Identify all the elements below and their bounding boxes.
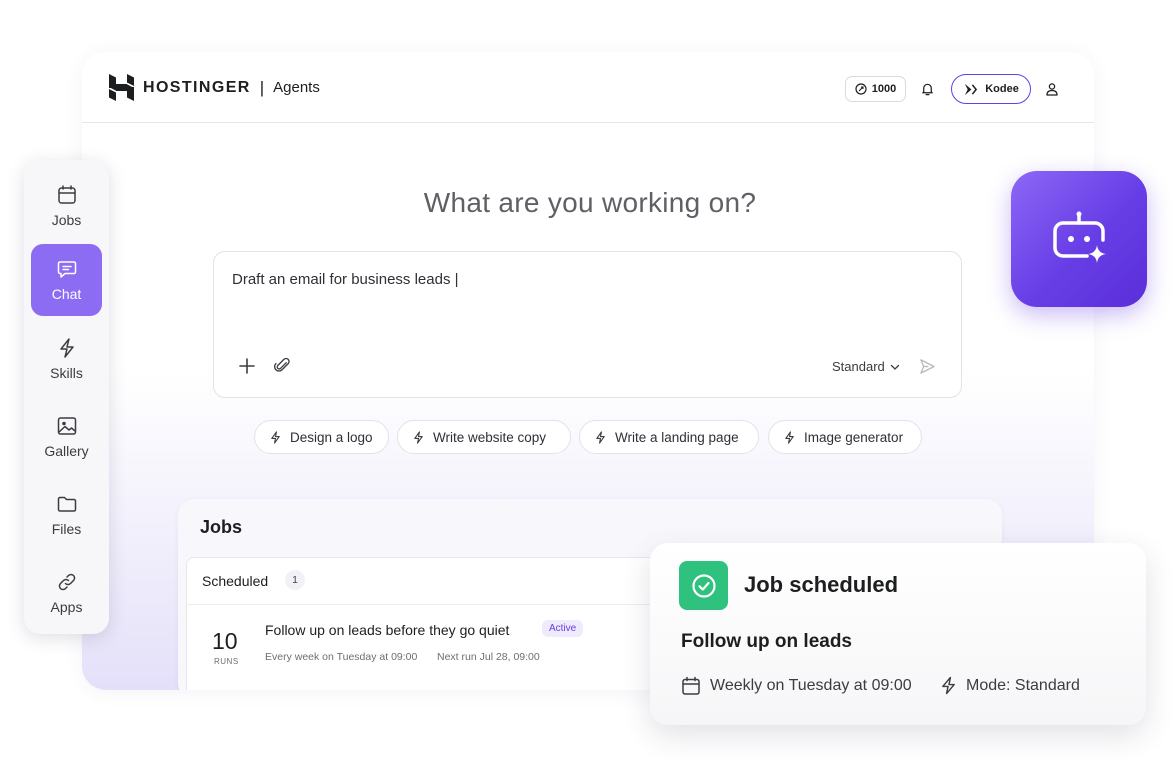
success-badge	[679, 561, 728, 610]
link-icon	[58, 573, 75, 591]
notification-mode-text: Mode: Standard	[966, 676, 1080, 694]
chevron-down-icon	[890, 364, 899, 370]
suggestion-chip-label: Write website copy	[433, 429, 547, 445]
bolt-icon	[271, 430, 280, 444]
tab-scheduled[interactable]: Scheduled	[202, 573, 268, 589]
sidebar-item-label: Chat	[51, 286, 82, 302]
image-icon	[57, 417, 76, 435]
product-name: Agents	[273, 79, 320, 96]
scheduled-count-badge: 1	[285, 570, 305, 590]
suggestion-chip-label: Design a logo	[290, 429, 373, 445]
sidebar-item-chat[interactable]: Chat	[31, 244, 102, 316]
suggestion-chip[interactable]: Write website copy	[397, 420, 571, 454]
sidebar-item-apps[interactable]: Apps	[31, 557, 102, 629]
calendar-icon	[57, 185, 76, 204]
notification-job-name: Follow up on leads	[681, 631, 852, 652]
job-next-run: Next run Jul 28, 09:00	[437, 651, 540, 663]
suggestion-chip-label: Image generator	[804, 429, 904, 445]
suggestion-chip[interactable]: Image generator	[768, 420, 922, 454]
mode-select[interactable]: Standard	[832, 359, 900, 374]
check-circle-icon	[691, 573, 716, 598]
notification-title: Job scheduled	[744, 572, 899, 597]
jobs-title: Jobs	[200, 517, 243, 537]
suggestion-chip[interactable]: Write a landing page	[579, 420, 759, 454]
mode-select-label: Standard	[832, 359, 885, 374]
sidebar-item-files[interactable]: Files	[31, 479, 102, 551]
send-icon[interactable]	[919, 358, 936, 375]
bolt-icon	[414, 430, 423, 444]
sidebar-item-skills[interactable]: Skills	[31, 323, 102, 395]
prompt-input[interactable]: Draft an email for business leads | Stan…	[213, 251, 962, 398]
bolt-icon	[942, 676, 955, 695]
brand-name: HOSTINGER	[143, 78, 251, 96]
bolt-icon	[785, 430, 794, 444]
runs-count: 10	[212, 628, 238, 654]
top-bar: HOSTINGER | Agents 1000 Kodee	[82, 52, 1094, 123]
hostinger-logo-icon	[109, 74, 134, 101]
page-headline: What are you working on?	[423, 187, 757, 218]
brand-separator: |	[259, 77, 265, 97]
notification-schedule: Weekly on Tuesday at 09:00	[681, 676, 912, 696]
brand-logo[interactable]: HOSTINGER | Agents	[109, 74, 320, 101]
job-schedule: Every week on Tuesday at 09:00	[265, 651, 418, 663]
status-badge: Active	[542, 620, 584, 637]
notification-schedule-text: Weekly on Tuesday at 09:00	[710, 677, 912, 694]
bolt-icon	[596, 430, 605, 444]
credits-button[interactable]: 1000	[845, 76, 906, 102]
job-scheduled-notification: Job scheduled Follow up on leads Weekly …	[650, 543, 1146, 725]
calendar-icon	[682, 676, 700, 695]
notification-mode: Mode: Standard	[939, 676, 1080, 695]
kodee-assistant-button[interactable]: Kodee	[951, 74, 1031, 104]
sidebar-item-label: Gallery	[44, 443, 89, 459]
attach-icon[interactable]	[274, 357, 291, 374]
suggestion-chip[interactable]: Design a logo	[254, 420, 389, 454]
folder-icon	[57, 496, 76, 512]
sidebar-item-label: Apps	[50, 599, 83, 615]
user-icon[interactable]	[1045, 82, 1059, 96]
ai-agent-tile[interactable]	[1011, 171, 1147, 307]
robot-sparkle-icon	[1053, 211, 1106, 263]
bolt-icon	[59, 338, 74, 358]
chat-icon	[57, 261, 76, 278]
sidebar-item-label: Jobs	[51, 212, 82, 228]
prompt-text[interactable]: Draft an email for business leads |	[232, 271, 459, 288]
sidebar-item-gallery[interactable]: Gallery	[31, 401, 102, 473]
plus-icon[interactable]	[239, 358, 255, 374]
credits-icon	[855, 83, 867, 95]
sidebar-item-label: Skills	[50, 365, 83, 381]
job-name[interactable]: Follow up on leads before they go quiet	[265, 622, 509, 638]
kodee-icon	[965, 83, 978, 95]
sidebar: Jobs Chat Skills Gallery Files Apps	[24, 160, 109, 634]
sidebar-item-jobs[interactable]: Jobs	[31, 170, 102, 242]
credits-count: 1000	[871, 83, 897, 95]
kodee-label: Kodee	[985, 83, 1019, 95]
bell-icon[interactable]	[920, 81, 935, 97]
sidebar-item-label: Files	[51, 521, 82, 537]
runs-label: RUNS	[214, 657, 239, 666]
suggestion-chip-label: Write a landing page	[615, 429, 739, 445]
